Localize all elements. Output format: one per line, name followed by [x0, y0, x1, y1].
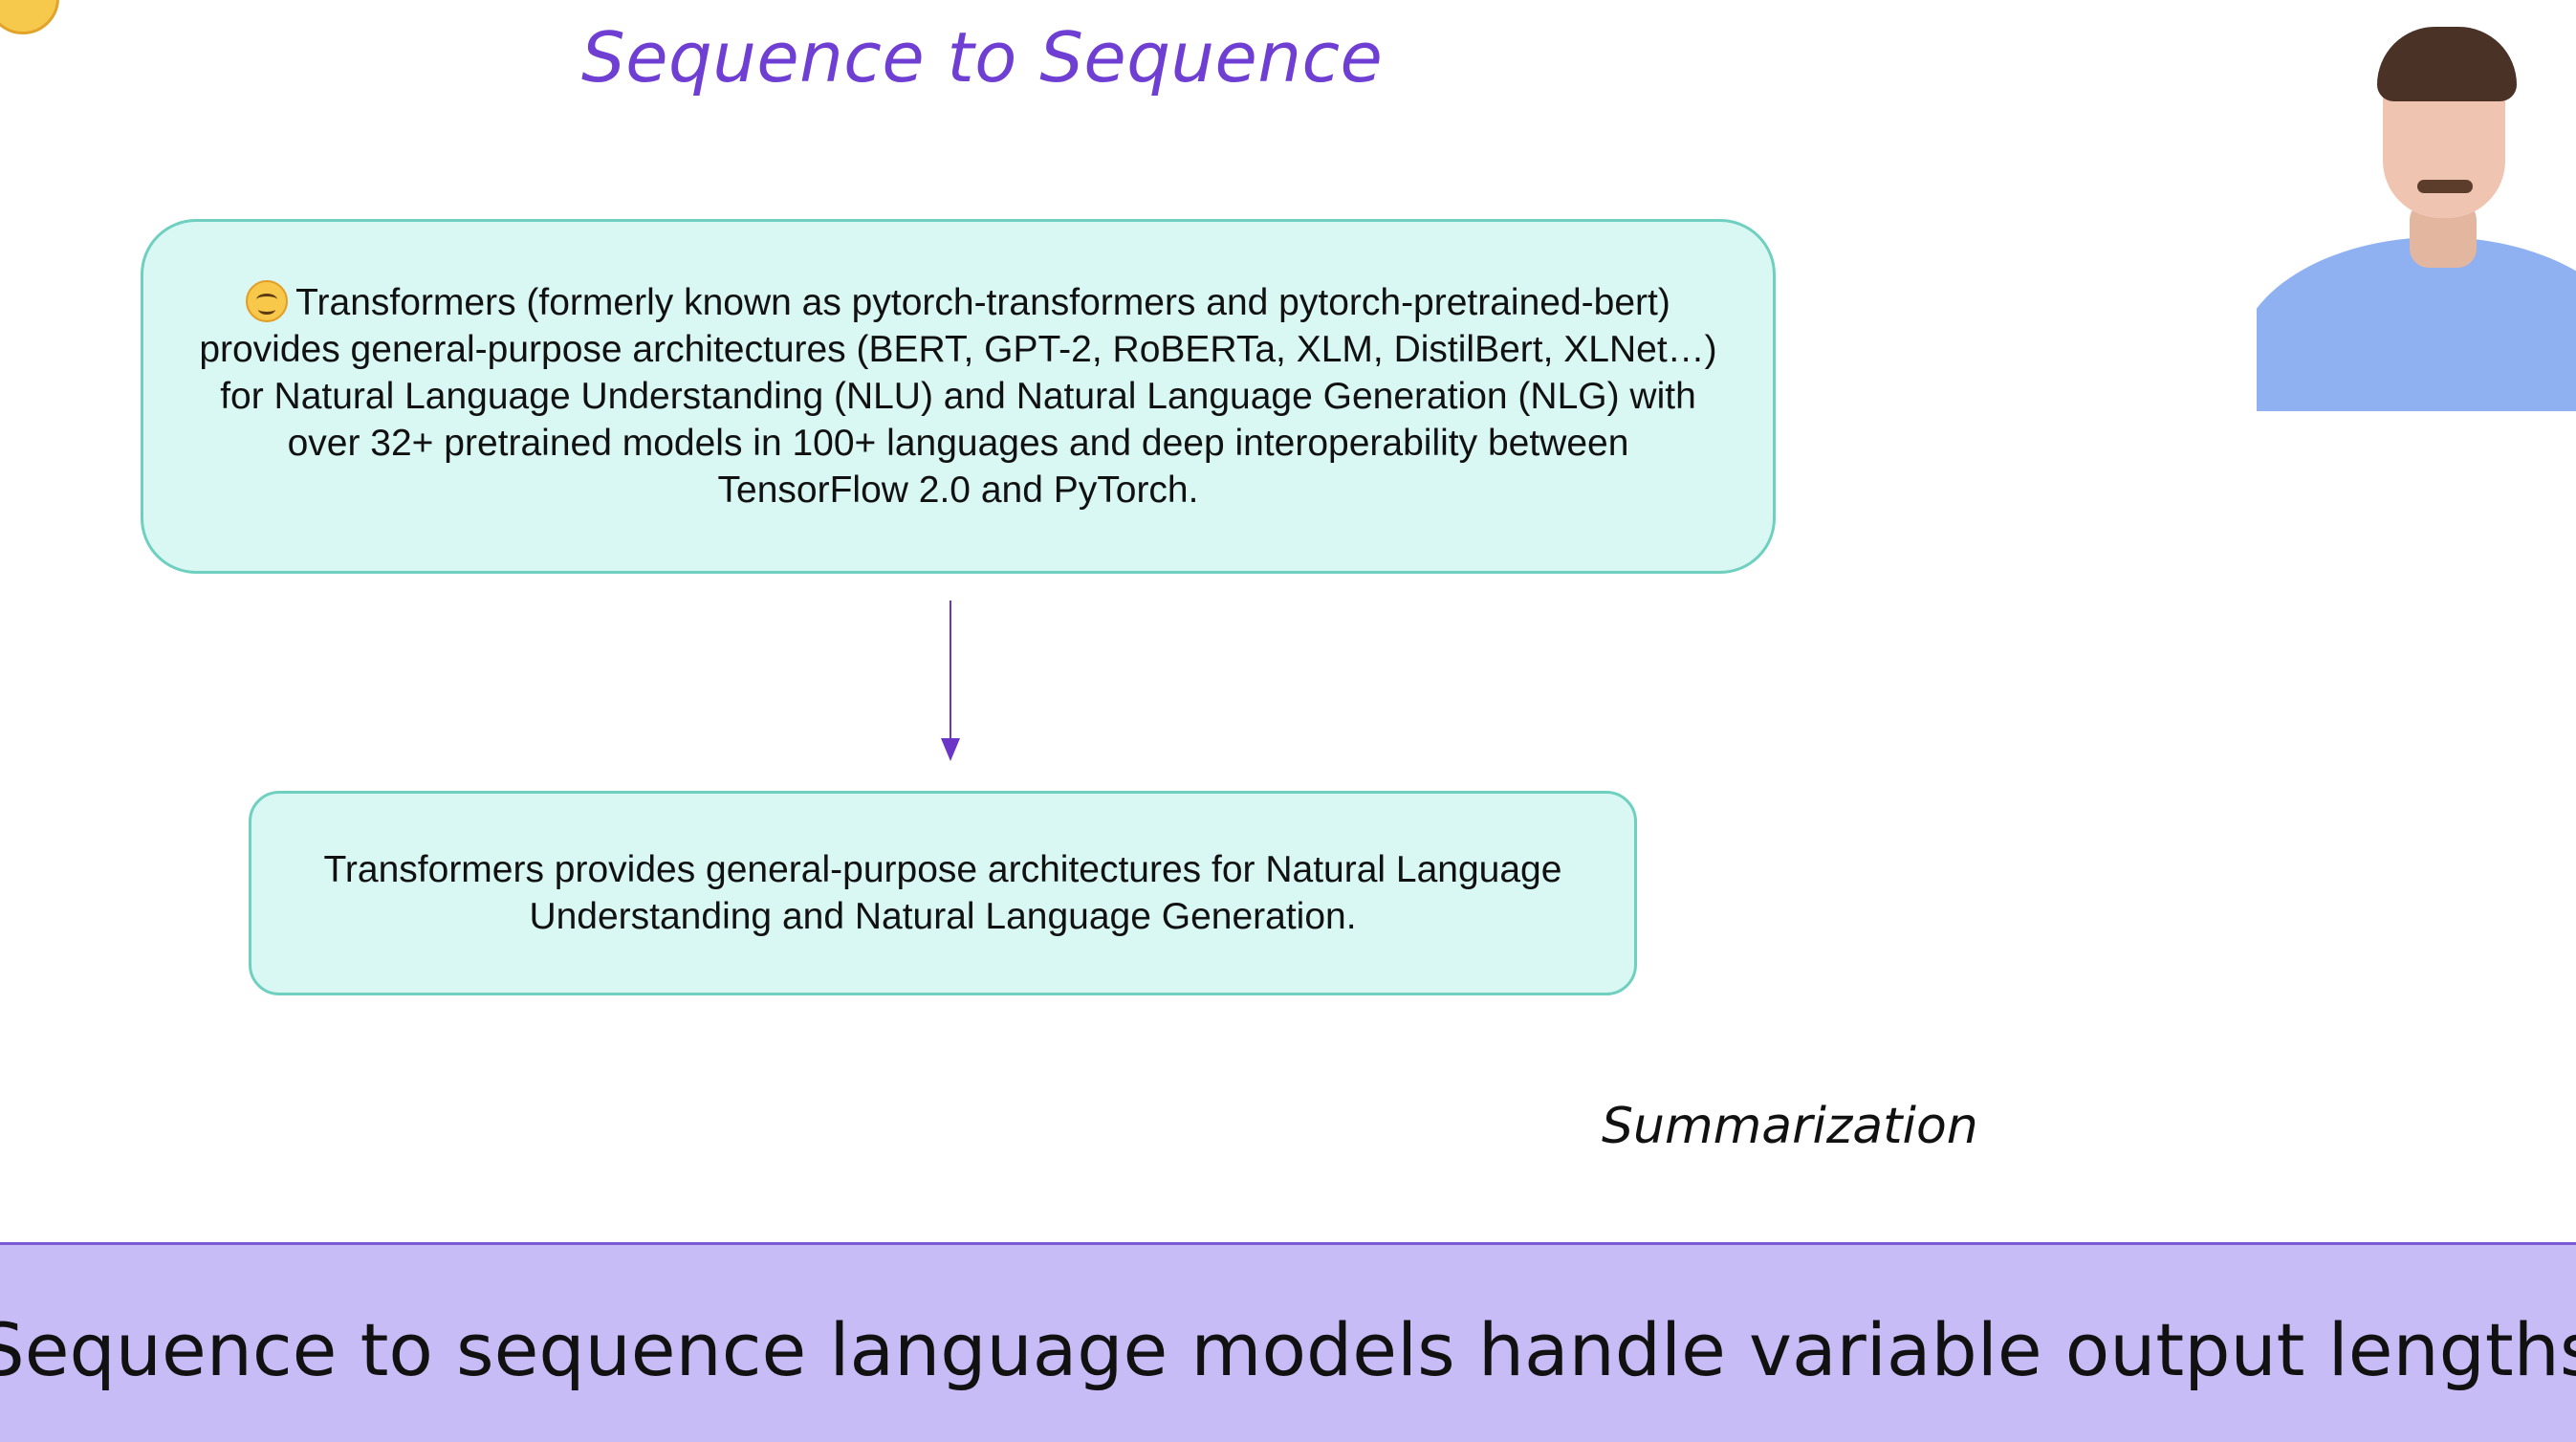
task-label: Summarization — [1602, 1098, 1978, 1155]
arrow-head-icon — [941, 738, 960, 761]
presenter-mustache — [2417, 180, 2473, 193]
hugging-face-emoji-icon — [0, 0, 59, 34]
output-text-box: Transformers provides general-purpose ar… — [249, 791, 1637, 995]
caption-text: Sequence to sequence language models han… — [0, 1306, 2576, 1392]
caption-bar: Sequence to sequence language models han… — [0, 1242, 2576, 1442]
output-text: Transformers provides general-purpose ar… — [323, 849, 1562, 937]
input-text: Transformers (formerly known as pytorch-… — [193, 279, 1723, 513]
down-arrow-icon — [950, 601, 951, 738]
input-text-content: Transformers (formerly known as pytorch-… — [199, 282, 1717, 511]
slide-title: Sequence to Sequence — [581, 17, 1384, 98]
presenter-webcam — [2257, 0, 2576, 411]
input-text-box: Transformers (formerly known as pytorch-… — [141, 219, 1776, 574]
hugging-face-emoji-icon — [246, 280, 289, 322]
